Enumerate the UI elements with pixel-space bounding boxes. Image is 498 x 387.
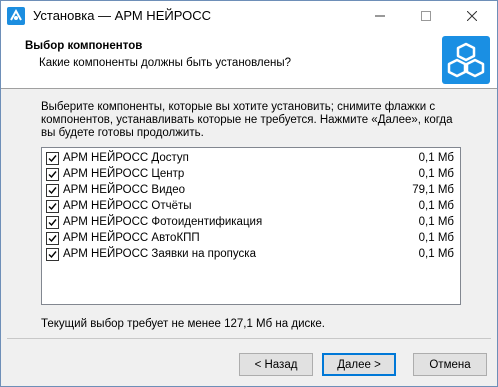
- component-item-access[interactable]: АРМ НЕЙРОСС Доступ 0,1 Мб: [42, 150, 460, 166]
- close-icon: [467, 11, 477, 21]
- component-item-photo-id[interactable]: АРМ НЕЙРОСС Фотоидентификация 0,1 Мб: [42, 214, 460, 230]
- component-label: АРМ НЕЙРОСС Заявки на пропуска: [63, 248, 256, 260]
- component-label: АРМ НЕЙРОСС АвтоКПП: [63, 232, 200, 244]
- checkmark-icon: [48, 251, 57, 259]
- component-checkbox[interactable]: [46, 168, 59, 181]
- component-checkbox[interactable]: [46, 216, 59, 229]
- app-logo-icon: [7, 7, 25, 25]
- neyross-logo-icon: [442, 36, 490, 84]
- component-label: АРМ НЕЙРОСС Фотоидентификация: [63, 216, 263, 228]
- page-subtitle: Какие компоненты должны быть установлены…: [39, 57, 292, 69]
- checkmark-icon: [48, 219, 57, 227]
- minimize-icon: [375, 15, 385, 17]
- component-item-auto-checkpoint[interactable]: АРМ НЕЙРОСС АвтоКПП 0,1 Мб: [42, 230, 460, 246]
- cancel-button[interactable]: Отмена: [413, 353, 487, 376]
- footer-divider: [7, 338, 491, 339]
- component-checkbox[interactable]: [46, 248, 59, 261]
- checkmark-icon: [48, 171, 57, 179]
- component-label: АРМ НЕЙРОСС Центр: [63, 168, 185, 180]
- component-checkbox[interactable]: [46, 184, 59, 197]
- component-item-pass-requests[interactable]: АРМ НЕЙРОСС Заявки на пропуска 0,1 Мб: [42, 246, 460, 262]
- component-label: АРМ НЕЙРОСС Видео: [63, 184, 185, 196]
- minimize-button[interactable]: [357, 1, 403, 31]
- wizard-header: Выбор компонентов Какие компоненты должн…: [1, 31, 497, 89]
- page-title: Выбор компонентов: [25, 40, 143, 52]
- instructions-line: Выберите компоненты, которые вы хотите у…: [41, 101, 436, 113]
- component-size: 0,1 Мб: [418, 152, 454, 164]
- back-button[interactable]: < Назад: [239, 353, 313, 376]
- instructions-line: компонентов, устанавливать которые не тр…: [41, 114, 453, 126]
- maximize-icon: [421, 11, 431, 21]
- checkmark-icon: [48, 235, 57, 243]
- disk-space-requirement: Текущий выбор требует не менее 127,1 Мб …: [41, 318, 325, 330]
- instructions-line: вы будете готовы продолжить.: [41, 127, 204, 139]
- instructions-text: Выберите компоненты, которые вы хотите у…: [41, 101, 471, 140]
- maximize-button[interactable]: [403, 1, 449, 31]
- component-checkbox[interactable]: [46, 152, 59, 165]
- window-title: Установка — АРМ НЕЙРОСС: [33, 8, 211, 23]
- component-checkbox[interactable]: [46, 200, 59, 213]
- component-size: 0,1 Мб: [418, 200, 454, 212]
- checkmark-icon: [48, 155, 57, 163]
- component-size: 79,1 Мб: [412, 184, 454, 196]
- checkmark-icon: [48, 187, 57, 195]
- component-item-reports[interactable]: АРМ НЕЙРОСС Отчёты 0,1 Мб: [42, 198, 460, 214]
- checkmark-icon: [48, 203, 57, 211]
- component-item-center[interactable]: АРМ НЕЙРОСС Центр 0,1 Мб: [42, 166, 460, 182]
- close-button[interactable]: [449, 1, 495, 31]
- component-size: 0,1 Мб: [418, 232, 454, 244]
- components-list[interactable]: АРМ НЕЙРОСС Доступ 0,1 Мб АРМ НЕЙРОСС Це…: [41, 147, 461, 305]
- installer-window: Установка — АРМ НЕЙРОСС Выбор компоненто…: [0, 0, 498, 387]
- component-size: 0,1 Мб: [418, 168, 454, 180]
- component-label: АРМ НЕЙРОСС Доступ: [63, 152, 189, 164]
- next-button[interactable]: Далее >: [322, 353, 396, 376]
- title-bar[interactable]: Установка — АРМ НЕЙРОСС: [1, 1, 497, 31]
- component-item-video[interactable]: АРМ НЕЙРОСС Видео 79,1 Мб: [42, 182, 460, 198]
- component-checkbox[interactable]: [46, 232, 59, 245]
- component-label: АРМ НЕЙРОСС Отчёты: [63, 200, 192, 212]
- component-size: 0,1 Мб: [418, 248, 454, 260]
- component-size: 0,1 Мб: [418, 216, 454, 228]
